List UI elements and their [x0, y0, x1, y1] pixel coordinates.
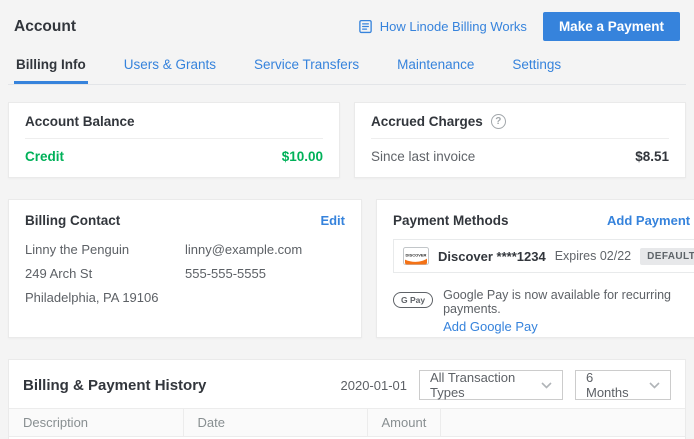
google-pay-icon: G Pay [393, 292, 433, 308]
divider [25, 138, 323, 139]
add-payment-method-link[interactable]: Add Payment Method [607, 213, 694, 228]
column-actions [441, 409, 685, 437]
account-balance-title: Account Balance [25, 114, 323, 129]
time-range-value: 6 Months [586, 370, 639, 400]
balance-label: Credit [25, 149, 64, 164]
table-header-row: Description Date Amount [9, 409, 685, 437]
chevron-down-icon [541, 382, 552, 389]
contact-phone: 555-555-5555 [185, 266, 345, 281]
column-amount: Amount [367, 409, 441, 437]
accrued-charges-title: Accrued Charges ? [371, 114, 669, 129]
make-a-payment-button[interactable]: Make a Payment [543, 12, 680, 41]
discover-card-icon: DISCOVER [403, 247, 429, 265]
tab-users-grants[interactable]: Users & Grants [122, 51, 218, 84]
payment-methods-title: Payment Methods [393, 213, 509, 228]
page-header: Account How Linode Billing Works Make a … [8, 0, 686, 41]
help-icon[interactable]: ? [491, 114, 506, 129]
billing-history-controls: 2020-01-01 All Transaction Types 6 Month… [341, 370, 672, 400]
google-pay-message: Google Pay is now available for recurrin… [443, 288, 694, 316]
account-balance-card: Account Balance Credit $10.00 [8, 102, 340, 178]
edit-billing-contact-link[interactable]: Edit [320, 213, 345, 228]
header-actions: How Linode Billing Works Make a Payment [358, 12, 680, 41]
page-title: Account [14, 18, 76, 36]
google-pay-banner: G Pay Google Pay is now available for re… [393, 288, 694, 334]
divider [371, 138, 669, 139]
contact-comm-column: linny@example.com 555-555-5555 [185, 242, 345, 305]
column-description: Description [9, 409, 183, 437]
payment-method-row: DISCOVER Discover ****1234 Expires 02/22… [393, 239, 694, 273]
tab-billing-info[interactable]: Billing Info [14, 51, 88, 84]
billing-contact-details: Linny the Penguin 249 Arch St Philadelph… [25, 242, 345, 305]
billing-history-header: Billing & Payment History 2020-01-01 All… [9, 360, 685, 408]
column-date: Date [183, 409, 367, 437]
history-start-date: 2020-01-01 [341, 378, 408, 393]
billing-contact-title: Billing Contact [25, 213, 120, 228]
billing-contact-card: Billing Contact Edit Linny the Penguin 2… [8, 199, 362, 338]
google-pay-texts: Google Pay is now available for recurrin… [443, 288, 694, 334]
time-range-select[interactable]: 6 Months [575, 370, 671, 400]
accrued-charges-title-text: Accrued Charges [371, 114, 483, 129]
billing-contact-header: Billing Contact Edit [25, 213, 345, 228]
billing-history-title: Billing & Payment History [23, 377, 341, 394]
how-billing-works-label: How Linode Billing Works [380, 19, 527, 34]
payment-method-label: Discover ****1234 [438, 249, 546, 264]
document-icon [358, 19, 373, 34]
svg-text:DISCOVER: DISCOVER [406, 252, 427, 257]
tab-settings[interactable]: Settings [510, 51, 563, 84]
accrued-amount: $8.51 [635, 149, 669, 164]
default-badge: DEFAULT [640, 248, 694, 265]
billing-history-section: Billing & Payment History 2020-01-01 All… [8, 359, 686, 439]
payment-method-expiry: Expires 02/22 [555, 249, 631, 263]
tab-service-transfers[interactable]: Service Transfers [252, 51, 361, 84]
tab-maintenance[interactable]: Maintenance [395, 51, 476, 84]
account-page: Account How Linode Billing Works Make a … [0, 0, 694, 439]
contact-email: linny@example.com [185, 242, 345, 257]
account-tabs: Billing Info Users & Grants Service Tran… [8, 51, 686, 85]
contact-address-line1: 249 Arch St [25, 266, 185, 281]
contact-address-line2: Philadelphia, PA 19106 [25, 290, 185, 305]
chevron-down-icon [649, 382, 660, 389]
account-balance-row: Credit $10.00 [25, 149, 323, 164]
contact-address-column: Linny the Penguin 249 Arch St Philadelph… [25, 242, 185, 305]
balance-amount: $10.00 [282, 149, 323, 164]
how-billing-works-link[interactable]: How Linode Billing Works [358, 19, 527, 34]
detail-cards: Billing Contact Edit Linny the Penguin 2… [8, 199, 686, 338]
transaction-type-value: All Transaction Types [430, 370, 531, 400]
payment-methods-header: Payment Methods Add Payment Method [393, 213, 694, 228]
accrued-label: Since last invoice [371, 149, 475, 164]
add-google-pay-link[interactable]: Add Google Pay [443, 319, 694, 334]
payment-methods-card: Payment Methods Add Payment Method DISCO… [376, 199, 694, 338]
billing-history-table: Description Date Amount Invoice #0001234… [9, 408, 685, 439]
summary-cards: Account Balance Credit $10.00 Accrued Ch… [8, 102, 686, 178]
contact-name: Linny the Penguin [25, 242, 185, 257]
transaction-type-select[interactable]: All Transaction Types [419, 370, 563, 400]
accrued-charges-card: Accrued Charges ? Since last invoice $8.… [354, 102, 686, 178]
accrued-charges-row: Since last invoice $8.51 [371, 149, 669, 164]
